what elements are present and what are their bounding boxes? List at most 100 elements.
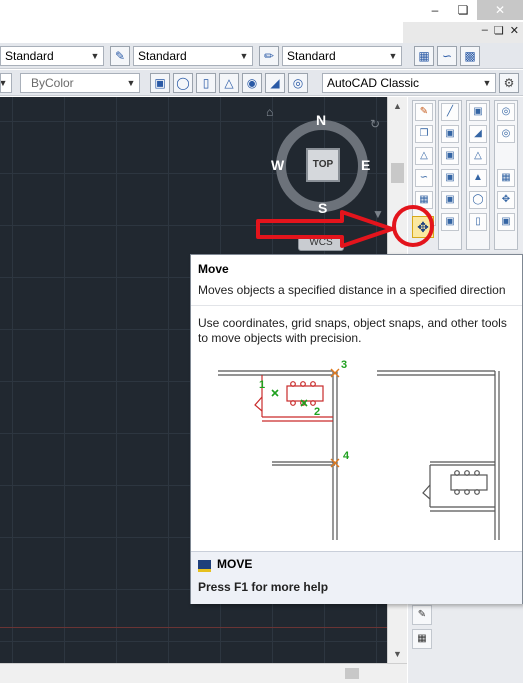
copy-icon[interactable]: ❐ [415, 125, 433, 143]
minimize-button[interactable]: – [421, 0, 449, 20]
settings-gear-icon[interactable]: ⚙ [499, 73, 519, 93]
spell-check-icon[interactable]: ✎ [412, 605, 432, 625]
tooltip-divider [191, 305, 522, 306]
color-control-value: ByColor [31, 76, 74, 90]
help-hint: Press F1 for more help [198, 580, 329, 594]
drawing-close-button[interactable]: ✕ [510, 24, 519, 37]
extrude-icon[interactable]: ▦ [497, 169, 515, 187]
subtract-icon[interactable]: ◎ [497, 125, 515, 143]
dim-style-icon[interactable]: ✎ [110, 46, 130, 66]
line-icon[interactable]: ╱ [441, 103, 459, 121]
solid-cylinder-icon[interactable]: ▯ [469, 213, 487, 231]
rotate-view-icon[interactable]: ↻ [370, 117, 380, 131]
label-3: 3 [341, 359, 347, 371]
viewcube-top-face[interactable]: TOP [306, 148, 340, 182]
block-icon[interactable]: ▣ [441, 213, 459, 231]
layer-dropdown-edge[interactable]: ▼ [0, 73, 12, 93]
union-icon[interactable]: ◎ [497, 103, 515, 121]
solid-pyramid-icon[interactable]: △ [469, 147, 487, 165]
compass-south[interactable]: S [318, 200, 327, 216]
draw-toolbar: ╱ ▣ ▣ ▣ ▣ ▣ [438, 100, 462, 250]
multileader-align-icon[interactable]: ▩ [460, 46, 480, 66]
move-illustration: 1 2 3 4 [218, 359, 500, 540]
text-style-value: Standard [5, 49, 54, 63]
multileader-style-icon[interactable]: ▦ [414, 46, 434, 66]
window-controls: – ❏ ✕ [421, 0, 523, 20]
tooltip-description: Moves objects a specified distance in a … [198, 283, 506, 297]
command-name: MOVE [217, 557, 253, 571]
label-4: 4 [343, 450, 350, 462]
box-icon[interactable]: ▣ [441, 125, 459, 143]
scroll-down-icon[interactable]: ▼ [393, 649, 402, 659]
table-style-dropdown[interactable]: Standard ▼ [282, 46, 402, 66]
text-style-dropdown[interactable]: Standard ▼ [0, 46, 104, 66]
revolve-icon[interactable]: ✥ [497, 191, 515, 209]
solid-sphere-icon[interactable]: ◯ [469, 191, 487, 209]
erase-icon[interactable]: ✎ [415, 103, 433, 121]
chevron-down-icon: ▼ [1, 74, 9, 92]
tooltip-extended-help: Use coordinates, grid snaps, object snap… [198, 316, 507, 345]
globe-icon[interactable]: ◉ [242, 73, 262, 93]
compass-north[interactable]: N [316, 112, 326, 128]
close-button[interactable]: ✕ [477, 0, 523, 20]
table-style-icon[interactable]: ✏ [259, 46, 279, 66]
ucs-menu-button[interactable]: WCS [298, 235, 344, 251]
drawing-restore-button[interactable]: ❏ [494, 24, 504, 37]
label-2: 2 [314, 406, 320, 418]
vertical-scroll-thumb[interactable] [391, 163, 404, 183]
multileader-add-icon[interactable]: ∽ [437, 46, 457, 66]
after-floorplan [377, 370, 500, 540]
boolean-toolbar: ◎ ◎ ▦ ✥ ▣ [494, 100, 518, 250]
properties-toolbar: ▼ ByColor ▼ ▣ ◯ ▯ △ ◉ ◢ ◎ AutoCAD Classi… [0, 70, 523, 96]
chevron-down-icon: ▼ [239, 51, 249, 61]
solid-wedge-icon[interactable]: ◢ [469, 125, 487, 143]
viewcube-home-icon[interactable]: ⌂ [266, 106, 280, 118]
tooltip-title: Move [198, 262, 229, 276]
offset-icon[interactable]: ∽ [415, 169, 433, 187]
chevron-down-icon: ▼ [482, 78, 492, 88]
drawing-minimize-button[interactable]: – [482, 24, 488, 37]
x-axis-line [0, 627, 407, 628]
compass-east[interactable]: E [361, 157, 370, 173]
cylinder-icon[interactable]: ▯ [196, 73, 216, 93]
drawing-window-controls: – ❏ ✕ [482, 24, 519, 37]
move-tooltip: Move Moves objects a specified distance … [190, 254, 523, 604]
horizontal-scroll-thumb[interactable] [345, 668, 359, 679]
lower-palette-tools: ✎ ▦ [412, 605, 434, 653]
label-1: 1 [259, 379, 265, 391]
wedge-icon[interactable]: ◢ [265, 73, 285, 93]
snap-markers [330, 368, 340, 468]
torus-icon[interactable]: ◎ [288, 73, 308, 93]
color-control-dropdown[interactable]: ByColor ▼ [20, 73, 140, 93]
selected-objects [254, 375, 333, 422]
box-solid-icon[interactable]: ▣ [150, 73, 170, 93]
mirror-icon[interactable]: △ [415, 147, 433, 165]
dim-style-dropdown[interactable]: Standard ▼ [133, 46, 253, 66]
annotation-circle [392, 205, 434, 247]
table-style-value: Standard [287, 49, 336, 63]
title-bar: – ❏ ✕ [0, 0, 523, 22]
scroll-up-icon[interactable]: ▲ [393, 101, 402, 111]
workspace-dropdown[interactable]: AutoCAD Classic ▼ [322, 73, 496, 93]
sphere-icon[interactable]: ◯ [173, 73, 193, 93]
dim-style-value: Standard [138, 49, 187, 63]
cube-alt-icon[interactable]: ▣ [441, 191, 459, 209]
solid-box-icon[interactable]: ▣ [469, 103, 487, 121]
viewcube-arrow-down-icon[interactable]: ▼ [372, 207, 384, 221]
cube-icon[interactable]: ▣ [441, 169, 459, 187]
compass-west[interactable]: W [271, 157, 284, 173]
solid-cone-icon[interactable]: ▲ [469, 169, 487, 187]
restore-button[interactable]: ❏ [449, 0, 477, 20]
horizontal-scrollbar[interactable] [0, 663, 407, 683]
workspace-value: AutoCAD Classic [327, 76, 420, 90]
chevron-down-icon: ▼ [388, 51, 398, 61]
command-icon [198, 560, 211, 572]
chevron-down-icon: ▼ [90, 51, 100, 61]
wedge-tool-icon[interactable]: ▣ [441, 147, 459, 165]
layer-state-icon[interactable]: ▦ [412, 629, 432, 649]
chevron-down-icon: ▼ [126, 78, 136, 88]
solids-toolbar: ▣ ◢ △ ▲ ◯ ▯ [466, 100, 490, 250]
cone-icon[interactable]: △ [219, 73, 239, 93]
pick-points [271, 389, 308, 407]
slice-icon[interactable]: ▣ [497, 213, 515, 231]
